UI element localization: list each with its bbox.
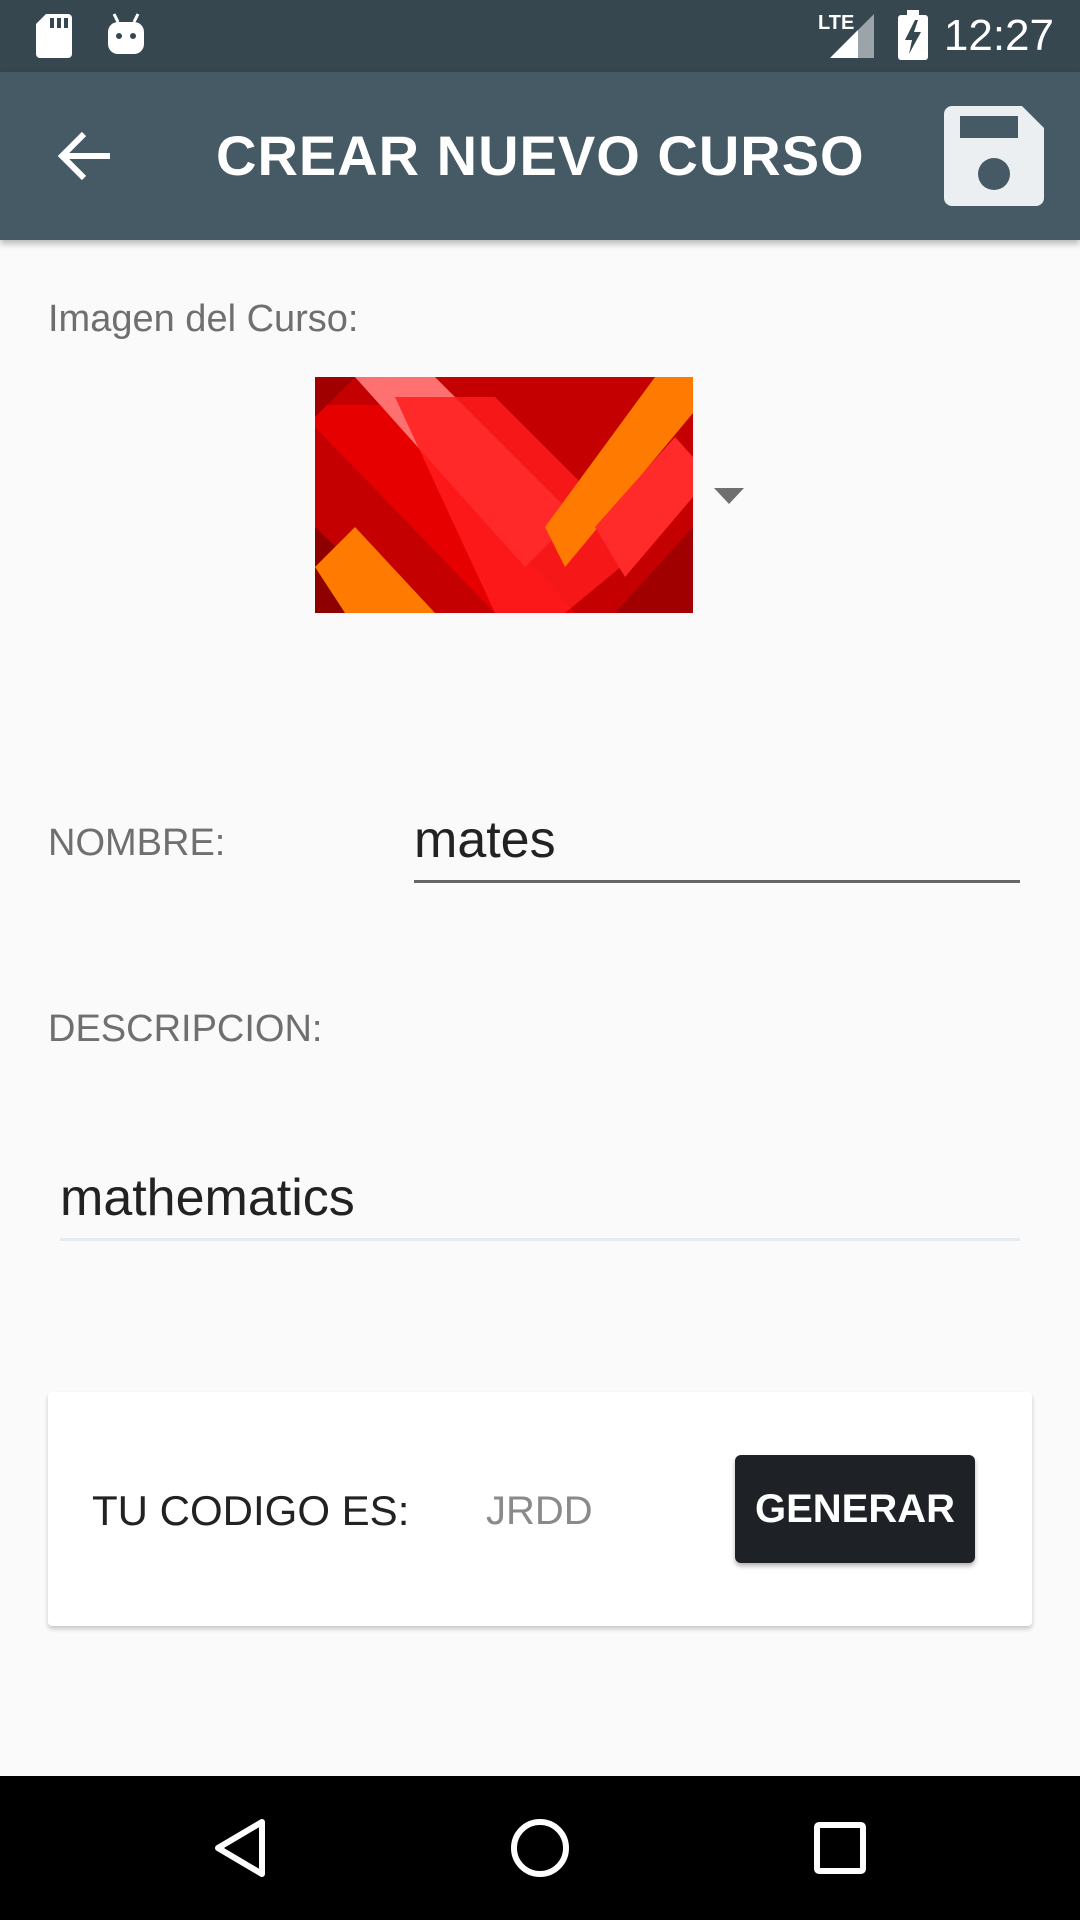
generate-button[interactable]: GENERAR: [735, 1455, 975, 1563]
save-button[interactable]: [944, 106, 1044, 206]
nav-back-button[interactable]: [190, 1798, 290, 1898]
navigation-bar: [0, 1776, 1080, 1920]
nav-recents-button[interactable]: [790, 1798, 890, 1898]
lte-signal-icon: [830, 14, 874, 58]
name-label: NOMBRE:: [48, 822, 226, 864]
chevron-down-icon: [714, 488, 744, 504]
app-bar: CREAR NUEVO CURSO: [0, 72, 1080, 240]
back-button[interactable]: [48, 116, 128, 196]
code-value: JRDD: [486, 1489, 593, 1533]
arrow-back-icon: [57, 131, 110, 181]
save-icon: [944, 106, 1044, 206]
home-circle-icon: [511, 1819, 569, 1877]
status-bar: LTE 12:27: [0, 0, 1080, 72]
course-image-label: Imagen del Curso:: [48, 298, 359, 340]
page-title: CREAR NUEVO CURSO: [216, 124, 865, 187]
code-label: TU CODIGO ES:: [92, 1487, 410, 1534]
description-label: DESCRIPCION:: [48, 1008, 323, 1050]
code-card: TU CODIGO ES: JRDD GENERAR: [48, 1392, 1032, 1626]
back-triangle-icon: [215, 1819, 265, 1877]
recents-square-icon: [814, 1822, 866, 1874]
android-icon: [108, 13, 144, 54]
description-input[interactable]: mathematics: [60, 1158, 1020, 1241]
nav-home-button[interactable]: [490, 1798, 590, 1898]
battery-charging-icon: [898, 10, 928, 60]
status-time: 12:27: [943, 11, 1054, 60]
name-input[interactable]: mates: [414, 800, 1020, 883]
sd-card-icon: [36, 14, 72, 58]
course-image: [315, 377, 693, 613]
